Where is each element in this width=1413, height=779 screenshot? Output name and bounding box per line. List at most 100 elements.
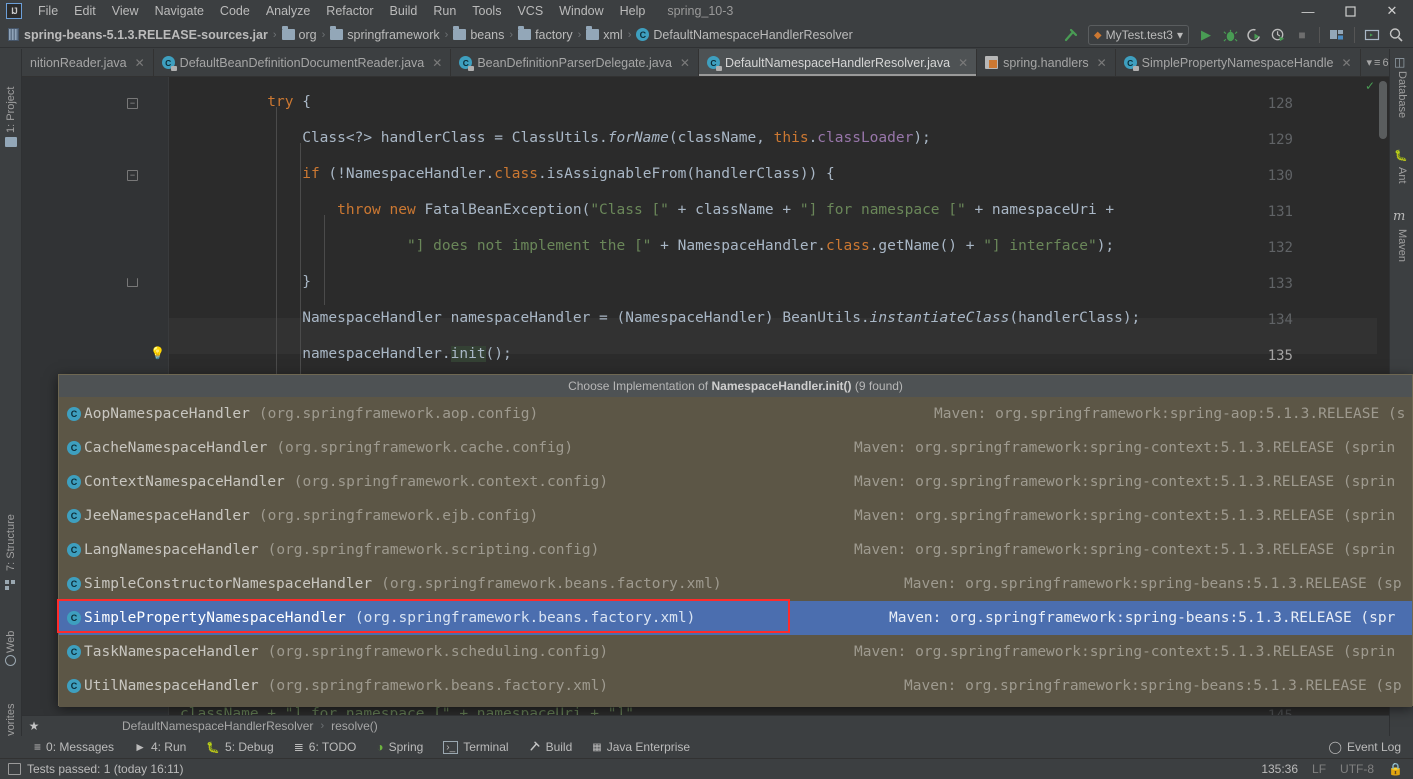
line-separator-indicator[interactable]: LF	[1312, 762, 1326, 776]
breadcrumb-jar[interactable]: spring-beans-5.1.3.RELEASE-sources.jar	[24, 28, 268, 42]
bottom-tab-spring[interactable]: ◑ Spring	[366, 740, 433, 754]
breadcrumb-springframework[interactable]: springframework	[347, 28, 439, 42]
list-item[interactable]: C ContextNamespaceHandler (org.springfra…	[59, 465, 1412, 499]
close-icon[interactable]: ✕	[432, 56, 442, 70]
tabs-overflow-button[interactable]: ▾ ≡ 6	[1361, 49, 1390, 76]
fold-marker-end[interactable]	[127, 278, 138, 287]
breadcrumb-current-class[interactable]: DefaultNamespaceHandlerResolver	[122, 719, 313, 733]
menu-tools[interactable]: Tools	[464, 2, 509, 20]
debug-button[interactable]	[1219, 24, 1241, 46]
editor-tab-defaultnamespacehandlerresolver[interactable]: C DefaultNamespaceHandlerResolver.java ✕	[698, 49, 978, 76]
bookmark-star-icon[interactable]: ★	[22, 719, 46, 733]
run-config-icon: ◆	[1093, 29, 1102, 41]
editor-tab-spring-handlers[interactable]: spring.handlers ✕	[977, 49, 1116, 76]
breadcrumb-class[interactable]: DefaultNamespaceHandlerResolver	[653, 28, 852, 42]
bottom-tab-debug[interactable]: 🐛 5: Debug	[196, 740, 283, 754]
editor-tab-simplepropertynamespacehandler[interactable]: C SimplePropertyNamespaceHandle ✕	[1116, 49, 1361, 76]
folder-icon	[518, 26, 532, 40]
menu-help[interactable]: Help	[612, 2, 654, 20]
editor-tab-defaultbeandefinitiondocumentreader[interactable]: C DefaultBeanDefinitionDocumentReader.ja…	[154, 49, 452, 76]
close-icon[interactable]: ✕	[958, 56, 968, 70]
inspection-status-ok-icon[interactable]: ✓	[1365, 79, 1375, 93]
fold-marker[interactable]: −	[127, 170, 138, 181]
bottom-tab-messages[interactable]: ≡ 0: Messages	[0, 740, 124, 754]
line-number-current: 135	[1267, 348, 1293, 364]
bottom-tab-build[interactable]: Build	[519, 740, 583, 755]
list-item[interactable]: C TaskNamespaceHandler (org.springframew…	[59, 635, 1412, 669]
sidebar-item-structure[interactable]: 7: Structure	[0, 479, 22, 571]
event-log-button[interactable]: ◯ Event Log	[1329, 740, 1413, 754]
implementation-package: (org.springframework.beans.factory.xml)	[354, 610, 696, 626]
read-only-lock-icon[interactable]: 🔒	[1388, 762, 1403, 776]
sidebar-item-label: Maven	[1396, 229, 1408, 263]
search-icon[interactable]	[1385, 24, 1407, 46]
jar-icon	[8, 28, 19, 41]
project-structure-icon[interactable]	[1326, 24, 1348, 46]
status-message-area[interactable]: Tests passed: 1 (today 16:11)	[0, 762, 184, 776]
sidebar-item-maven[interactable]: Maven	[1391, 229, 1413, 281]
list-item[interactable]: C AopNamespaceHandler (org.springframewo…	[59, 397, 1412, 431]
run-configuration-selector[interactable]: ◆ MyTest.test3 ▾	[1087, 25, 1189, 45]
structure-icon	[5, 577, 16, 590]
line-number: 134	[1267, 312, 1293, 328]
close-icon[interactable]: ✕	[680, 56, 690, 70]
breadcrumb-xml[interactable]: xml	[603, 28, 622, 42]
menu-edit[interactable]: Edit	[66, 2, 104, 20]
editor-tab-nitionreader[interactable]: nitionReader.java ✕	[22, 49, 154, 76]
list-item[interactable]: C LangNamespaceHandler (org.springframew…	[59, 533, 1412, 567]
menu-window[interactable]: Window	[551, 2, 611, 20]
sidebar-item-ant[interactable]: Ant	[1391, 167, 1413, 201]
intention-bulb-icon[interactable]: 💡	[150, 347, 165, 359]
list-item[interactable]: C SimpleConstructorNamespaceHandler (org…	[59, 567, 1412, 601]
menu-analyze[interactable]: Analyze	[258, 2, 318, 20]
run-button[interactable]: ▶	[1195, 24, 1217, 46]
maximize-button[interactable]	[1329, 0, 1371, 22]
caret-position[interactable]: 135:36	[1261, 762, 1298, 776]
breadcrumb-factory[interactable]: factory	[535, 28, 573, 42]
close-icon[interactable]: ✕	[1341, 56, 1351, 70]
sidebar-item-database[interactable]: Database	[1391, 71, 1413, 137]
tab-label: nitionReader.java	[30, 55, 127, 70]
run-with-coverage-button[interactable]	[1243, 24, 1265, 46]
breadcrumb-org[interactable]: org	[299, 28, 317, 42]
bottom-tab-run[interactable]: ► 4: Run	[124, 740, 196, 754]
menu-refactor[interactable]: Refactor	[318, 2, 381, 20]
list-item[interactable]: C JeeNamespaceHandler (org.springframewo…	[59, 499, 1412, 533]
list-item[interactable]: C UtilNamespaceHandler (org.springframew…	[59, 669, 1412, 703]
menu-code[interactable]: Code	[212, 2, 258, 20]
tool-window-icon[interactable]	[1361, 24, 1383, 46]
editor-tab-beandefinitionparserdelegate[interactable]: C BeanDefinitionParserDelegate.java ✕	[451, 49, 699, 76]
list-item[interactable]: C CacheNamespaceHandler (org.springframe…	[59, 431, 1412, 465]
close-icon[interactable]: ✕	[1097, 56, 1107, 70]
sidebar-item-web[interactable]: Web	[0, 609, 22, 653]
bottom-tab-terminal[interactable]: ›_ Terminal	[433, 740, 518, 754]
hammer-icon[interactable]	[1060, 24, 1082, 46]
breadcrumb-beans[interactable]: beans	[470, 28, 504, 42]
fold-marker[interactable]: −	[127, 98, 138, 109]
scrollbar-thumb[interactable]	[1379, 81, 1387, 139]
menu-navigate[interactable]: Navigate	[147, 2, 212, 20]
bottom-tab-label: Terminal	[463, 740, 509, 754]
bottom-tab-todo[interactable]: ≣ 6: TODO	[284, 740, 367, 754]
implementation-name: AopNamespaceHandler	[84, 406, 250, 422]
choose-implementation-popup[interactable]: Choose Implementation of NamespaceHandle…	[57, 374, 1413, 707]
close-icon[interactable]: ✕	[135, 56, 145, 70]
stop-button[interactable]: ■	[1291, 24, 1313, 46]
implementation-list[interactable]: C AopNamespaceHandler (org.springframewo…	[57, 397, 1412, 707]
profiler-button[interactable]	[1267, 24, 1289, 46]
bottom-tab-java-enterprise[interactable]: ▦ Java Enterprise	[582, 740, 700, 754]
breadcrumb-current-method[interactable]: resolve()	[331, 719, 378, 733]
implementation-library: Maven: org.springframework:spring-contex…	[854, 508, 1396, 524]
implementation-package: (org.springframework.beans.factory.xml)	[381, 576, 722, 592]
menu-build[interactable]: Build	[382, 2, 426, 20]
menu-vcs[interactable]: VCS	[509, 2, 551, 20]
list-item-selected[interactable]: C SimplePropertyNamespaceHandler (org.sp…	[57, 599, 1412, 635]
menu-view[interactable]: View	[104, 2, 147, 20]
encoding-indicator[interactable]: UTF-8	[1340, 762, 1374, 776]
menu-run[interactable]: Run	[425, 2, 464, 20]
close-button[interactable]: ✕	[1371, 0, 1413, 22]
sidebar-item-project[interactable]: 1: Project	[0, 53, 22, 133]
minimize-button[interactable]: —	[1287, 0, 1329, 22]
menu-file[interactable]: File	[30, 2, 66, 20]
left-tool-window-strip: 1: Project 7: Structure Web 2: Favorites…	[0, 49, 22, 779]
